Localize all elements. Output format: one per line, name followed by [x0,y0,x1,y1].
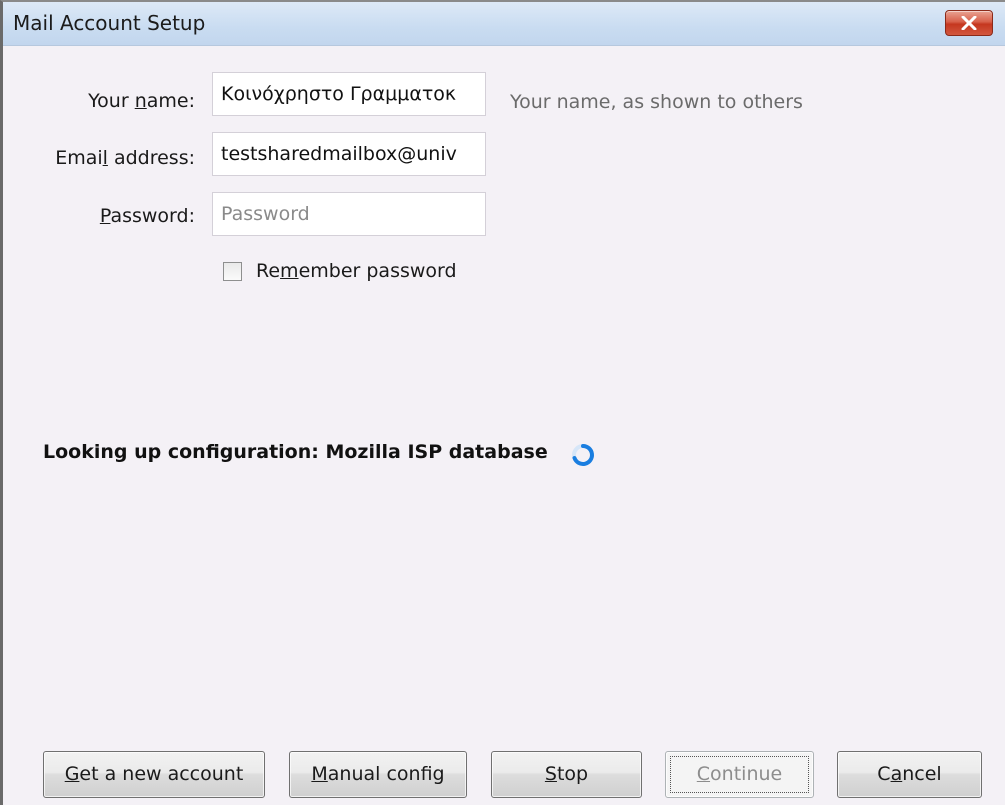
close-icon [961,16,977,30]
stop-button[interactable]: Stop [491,751,642,798]
lookup-status-text: Looking up configuration: Mozilla ISP da… [43,441,548,463]
name-input[interactable] [212,72,486,116]
name-hint: Your name, as shown to others [510,91,803,113]
loading-spinner-icon [572,444,594,466]
email-label: Email address: [55,147,195,169]
password-input[interactable] [212,192,486,236]
password-label: Password: [99,205,195,227]
manual-config-button[interactable]: Manual config [289,751,467,798]
close-button[interactable] [945,10,993,36]
title-bar: Mail Account Setup [3,2,1005,46]
remember-password-label[interactable]: Remember password [256,260,457,282]
cancel-button[interactable]: Cancel [837,751,982,798]
continue-button[interactable]: Continue [665,751,814,798]
email-input[interactable] [212,132,486,176]
window-title: Mail Account Setup [13,11,206,35]
mail-account-setup-window: Mail Account Setup Your name: Your name,… [0,0,1005,805]
get-new-account-button[interactable]: Get a new account [43,751,265,798]
focus-ring [670,756,809,793]
remember-password-checkbox[interactable] [223,262,242,281]
name-label: Your name: [88,90,195,112]
